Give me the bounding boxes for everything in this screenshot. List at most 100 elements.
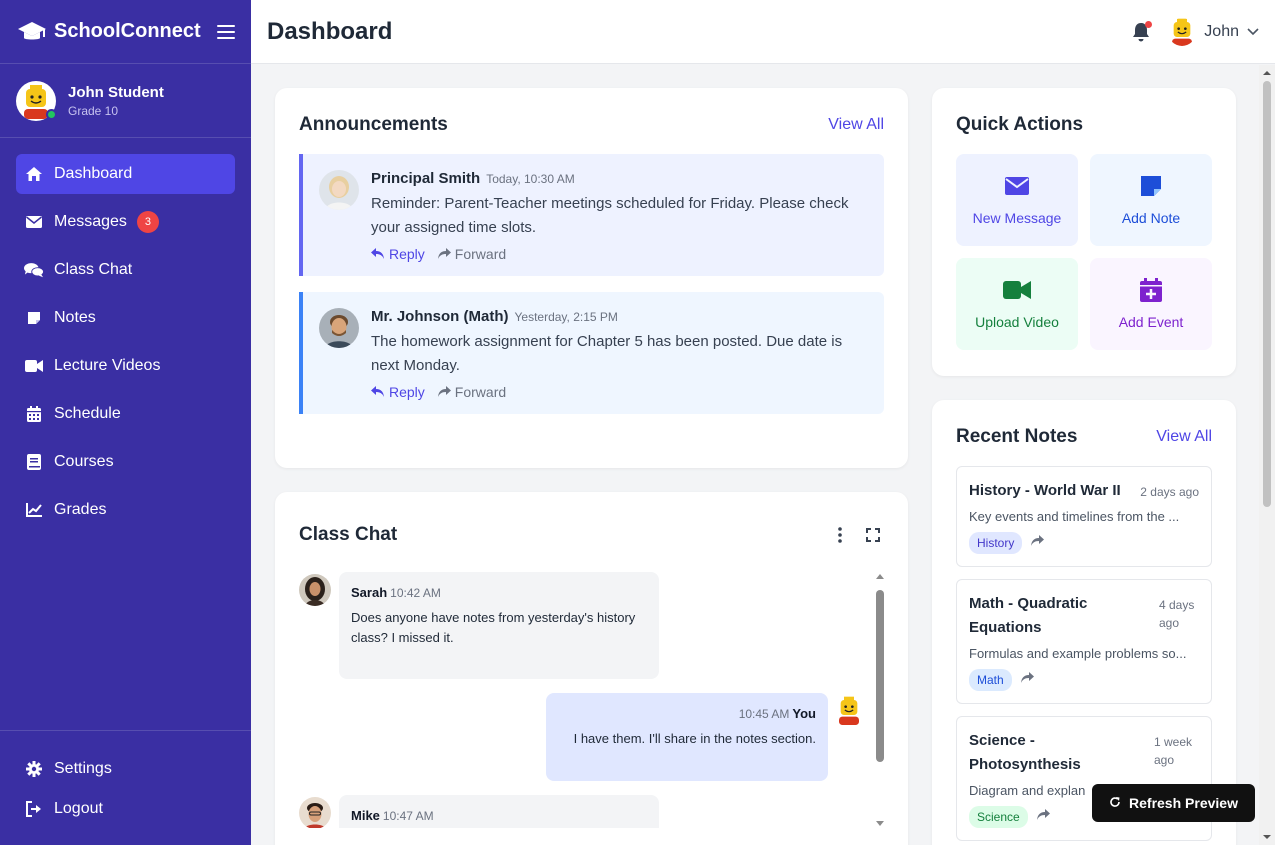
- upload-video-button[interactable]: Upload Video: [956, 258, 1078, 350]
- note-title: Math - Quadratic Equations: [969, 595, 1088, 636]
- chat-bubbles-icon: [24, 260, 44, 280]
- sidebar-item-label: Courses: [54, 453, 114, 470]
- note-item[interactable]: Math - Quadratic Equations 4 days ago Fo…: [956, 579, 1212, 704]
- share-icon[interactable]: [1036, 808, 1050, 826]
- avatar: [1168, 18, 1196, 46]
- new-message-button[interactable]: New Message: [956, 154, 1078, 246]
- announcement-author: Mr. Johnson (Math): [371, 308, 509, 325]
- note-tag: History: [969, 532, 1023, 554]
- envelope-icon: [1005, 174, 1029, 198]
- sidebar-nav: Dashboard Messages 3 Class Chat Notes Le…: [0, 138, 251, 530]
- user-profile[interactable]: John Student Grade 10: [0, 64, 251, 138]
- expand-icon[interactable]: [862, 524, 884, 546]
- note-description: Formulas and example problems so...: [969, 646, 1187, 661]
- chat-scrollbar[interactable]: [876, 572, 884, 828]
- graduation-cap-icon: [16, 20, 48, 44]
- chat-time: 10:47 AM: [382, 809, 434, 823]
- announcement-text: Reminder: Parent-Teacher meetings schedu…: [371, 195, 849, 236]
- chat-bubble: Mike 10:47 AM: [339, 795, 659, 828]
- user-menu[interactable]: John: [1168, 18, 1259, 46]
- forward-button[interactable]: Forward: [437, 246, 506, 262]
- reply-label: Reply: [389, 246, 425, 262]
- chart-line-icon: [24, 500, 44, 520]
- quick-action-label: Add Note: [1121, 210, 1181, 226]
- sidebar-item-courses[interactable]: Courses: [16, 442, 235, 482]
- chat-time: 10:42 AM: [390, 586, 441, 600]
- user-grade: Grade 10: [68, 103, 119, 118]
- video-camera-icon: [1003, 278, 1031, 302]
- announcement-item: Principal Smith Today, 10:30 AM Reminder:…: [299, 154, 884, 276]
- share-icon[interactable]: [1030, 534, 1045, 552]
- note-item[interactable]: Science - Photosynthesis 1 week ago Diag…: [956, 716, 1212, 841]
- reply-label: Reply: [389, 384, 425, 400]
- sidebar-item-label: Messages: [54, 213, 127, 230]
- chat-messages[interactable]: Sarah 10:42 AM Does anyone have notes fro…: [299, 572, 884, 828]
- announcements-title: Announcements: [299, 114, 448, 135]
- page-scrollbar[interactable]: [1259, 65, 1275, 845]
- quick-action-label: New Message: [972, 210, 1062, 226]
- page-scrollbar-thumb[interactable]: [1263, 81, 1271, 507]
- announcements-card: Announcements View All Principal Smith To…: [275, 88, 908, 468]
- chevron-down-icon: [1247, 23, 1259, 41]
- forward-label: Forward: [454, 384, 507, 400]
- page-title: Dashboard: [267, 17, 393, 45]
- sidebar-item-class-chat[interactable]: Class Chat: [16, 250, 235, 290]
- more-options-icon[interactable]: [829, 524, 851, 546]
- sidebar-item-schedule[interactable]: Schedule: [16, 394, 235, 434]
- forward-button[interactable]: Forward: [437, 384, 506, 400]
- note-description: Key events and timelines from the ...: [969, 509, 1180, 524]
- calendar-icon: [24, 404, 44, 424]
- chat-bubble: 10:45 AM You I have them. I'll share in t…: [546, 693, 828, 781]
- sidebar-item-dashboard[interactable]: Dashboard: [16, 154, 235, 194]
- sidebar-item-messages[interactable]: Messages 3: [16, 202, 235, 242]
- avatar: [836, 695, 868, 727]
- sidebar-footer: Settings Logout: [0, 730, 251, 845]
- avatar: [299, 797, 331, 828]
- quick-action-label: Upload Video: [975, 314, 1059, 330]
- recent-notes-card: Recent Notes View All History - World Wa…: [932, 400, 1236, 845]
- sidebar-item-label: Logout: [54, 800, 103, 817]
- main-content: Announcements View All Principal Smith To…: [251, 65, 1259, 845]
- note-title: History - World War II: [969, 482, 1121, 499]
- reply-button[interactable]: Reply: [371, 246, 425, 262]
- chat-sender: You: [792, 706, 816, 721]
- app-name: SchoolConnect: [54, 20, 201, 42]
- refresh-preview-button[interactable]: Refresh Preview: [1092, 784, 1255, 822]
- sidebar: SchoolConnect John Student Grade 10 Dash…: [0, 0, 251, 845]
- avatar: [299, 574, 331, 606]
- note-tag: Science: [969, 806, 1028, 828]
- note-item[interactable]: History - World War II 2 days ago Key ev…: [956, 466, 1212, 567]
- announcements-view-all-link[interactable]: View All: [828, 116, 884, 134]
- book-icon: [24, 452, 44, 472]
- sidebar-item-settings[interactable]: Settings: [16, 749, 235, 789]
- share-icon[interactable]: [1020, 671, 1034, 689]
- sidebar-item-grades[interactable]: Grades: [16, 490, 235, 530]
- class-chat-card: Class Chat Sarah 10:42 AM Does anyone hav…: [275, 492, 908, 845]
- notes-view-all-link[interactable]: View All: [1156, 428, 1212, 446]
- avatar: [319, 170, 359, 210]
- note-date: 2 days ago: [1140, 485, 1199, 499]
- add-event-button[interactable]: Add Event: [1090, 258, 1212, 350]
- sidebar-item-logout[interactable]: Logout: [16, 789, 235, 829]
- chat-message-own: 10:45 AM You I have them. I'll share in t…: [299, 693, 884, 781]
- sidebar-item-lecture-videos[interactable]: Lecture Videos: [16, 346, 235, 386]
- chat-message: Mike 10:47 AM: [299, 795, 884, 828]
- quick-action-label: Add Event: [1118, 314, 1184, 330]
- calendar-plus-icon: [1140, 278, 1162, 302]
- chat-message: Sarah 10:42 AM Does anyone have notes fro…: [299, 572, 884, 679]
- class-chat-title: Class Chat: [299, 524, 398, 545]
- sidebar-item-label: Grades: [54, 501, 107, 518]
- hamburger-menu-icon[interactable]: [217, 23, 235, 41]
- user-name: John Student: [68, 83, 164, 101]
- sidebar-item-notes[interactable]: Notes: [16, 298, 235, 338]
- notification-dot: [1145, 20, 1153, 28]
- forward-label: Forward: [454, 246, 507, 262]
- add-note-button[interactable]: Add Note: [1090, 154, 1212, 246]
- refresh-icon: [1109, 795, 1129, 811]
- sticky-note-icon: [1140, 174, 1162, 198]
- quick-actions-card: Quick Actions New Message Add Note Uploa…: [932, 88, 1236, 376]
- notification-bell-icon[interactable]: [1130, 20, 1153, 43]
- chat-scrollbar-thumb[interactable]: [876, 590, 884, 762]
- reply-button[interactable]: Reply: [371, 384, 425, 400]
- online-status-dot: [46, 108, 57, 120]
